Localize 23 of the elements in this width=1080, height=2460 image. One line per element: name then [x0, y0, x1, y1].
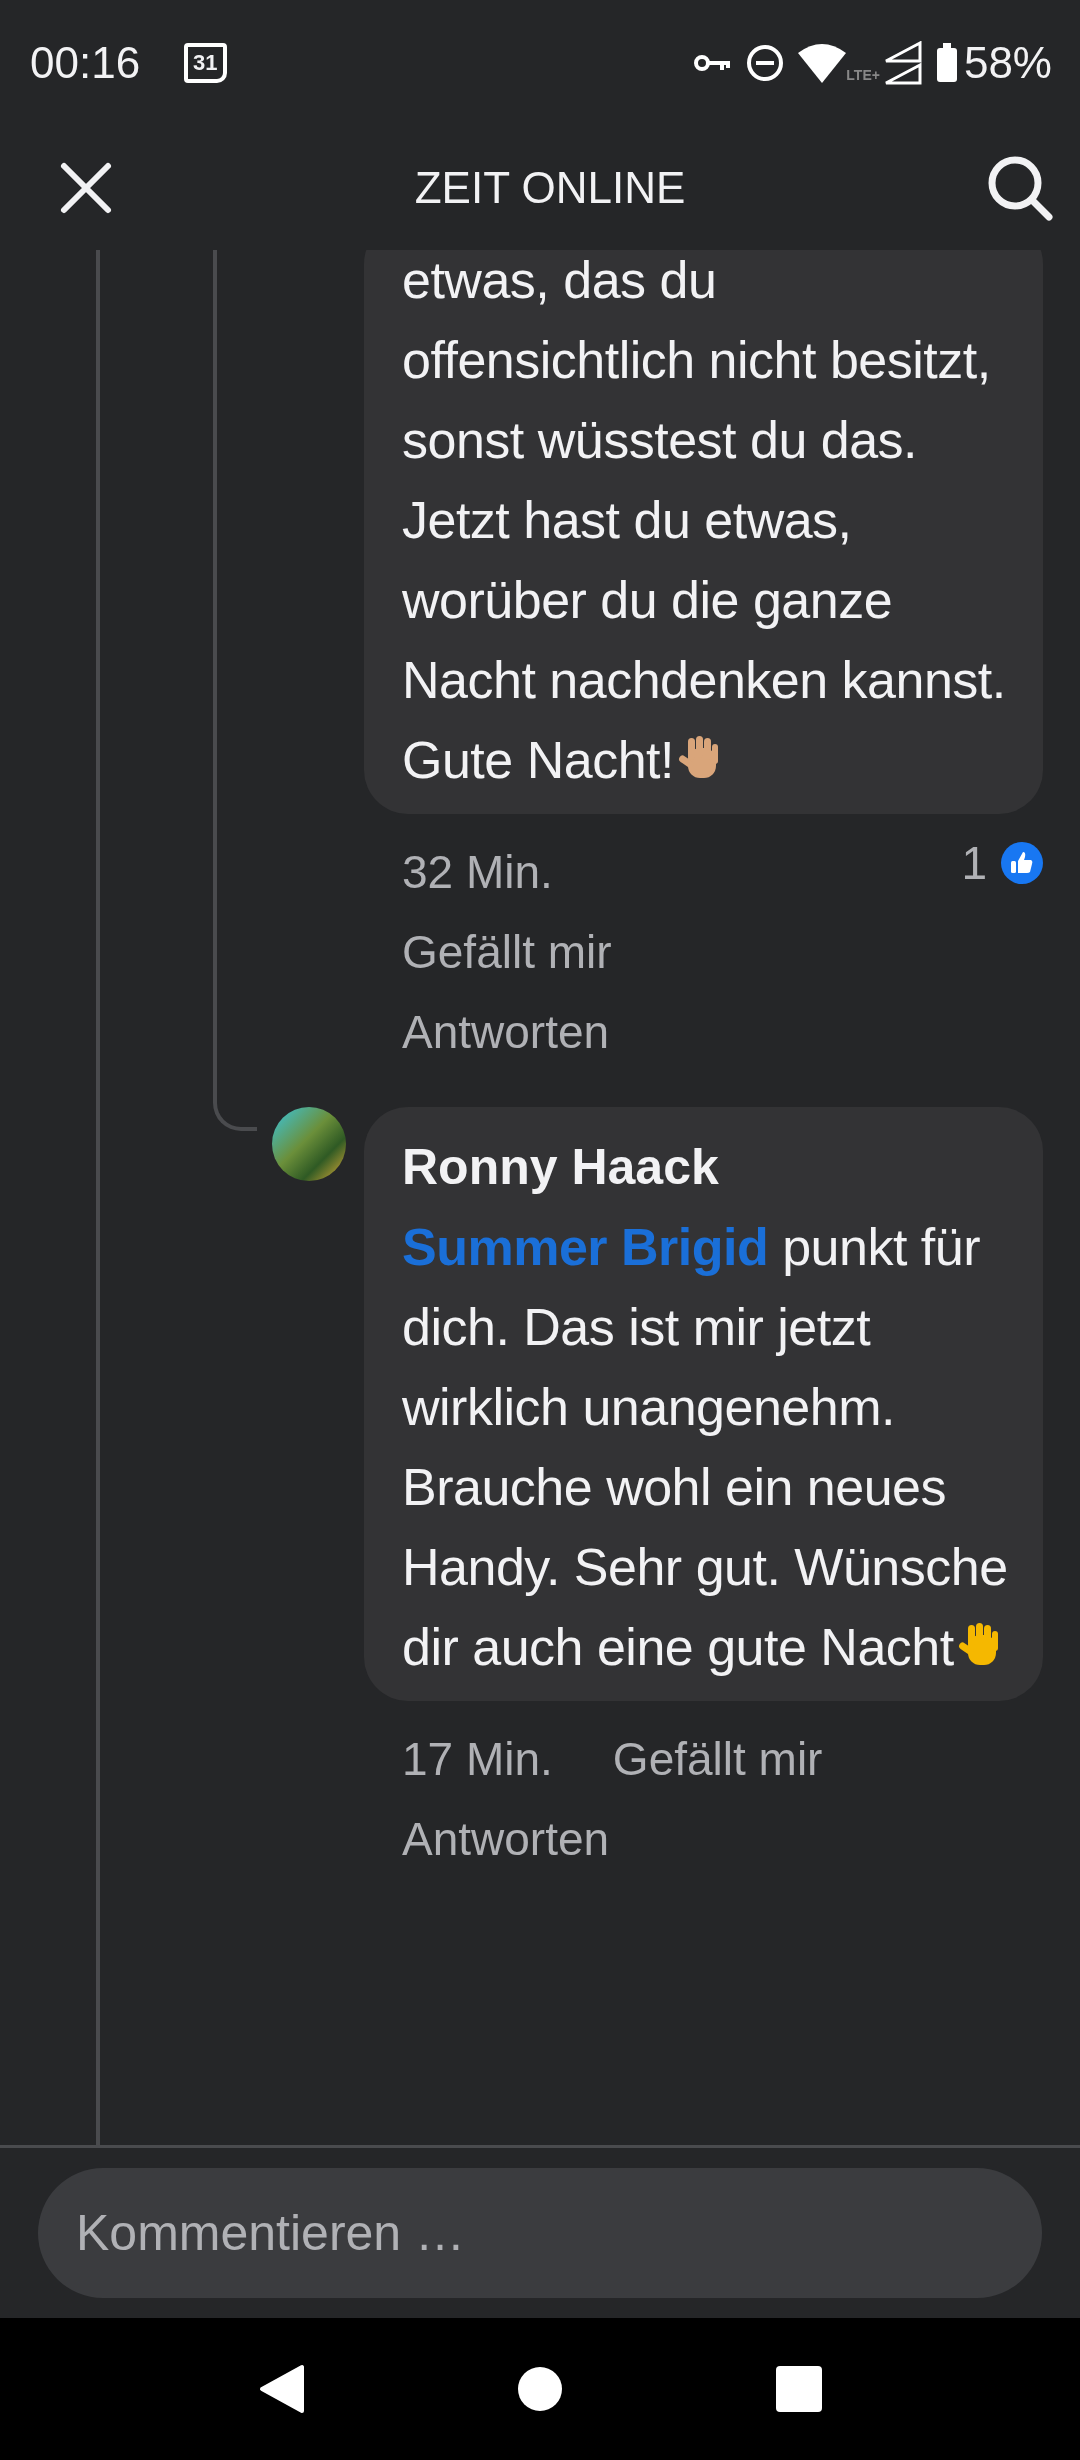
status-time: 00:16: [30, 37, 141, 88]
comment-text: etwas, das du offensichtlich nicht besitzt, sonst wüsstest du das. Jetzt hast du etwas, worüber du die ganze Nacht nachdenken kannst. Gute Nacht!: [402, 250, 1007, 791]
reply-link[interactable]: Antworten: [402, 1799, 610, 1879]
back-icon[interactable]: [258, 2363, 304, 2415]
comment-author[interactable]: Ronny Haack: [402, 1127, 1017, 1207]
comment-time: 17 Min.: [402, 1732, 553, 1787]
signal-icon: [883, 40, 922, 85]
do-not-disturb-icon: [746, 43, 785, 82]
reply-link[interactable]: Antworten: [402, 992, 610, 1072]
app-title: ZEIT ONLINE: [414, 162, 686, 213]
comment-input[interactable]: Kommentieren …: [38, 2168, 1042, 2298]
battery-icon: [935, 42, 958, 83]
comment-text: Summer Brigid punkt für dich. Das ist mir jetzt wirklich unangenehm. Brauche wohl ein neues Handy. Sehr gut. Wünsche dir auch eine gute Nacht: [402, 1217, 1009, 1678]
comment-time: 32 Min.: [402, 845, 553, 900]
like-count: 1: [961, 836, 987, 890]
like-link[interactable]: Gefällt mir: [402, 912, 612, 992]
battery-percent: 58%: [963, 37, 1052, 88]
thumbs-up-icon: [1001, 842, 1043, 884]
calendar-icon: 31: [184, 42, 227, 83]
like-link[interactable]: Gefällt mir: [612, 1719, 823, 1799]
network-type: LTE+: [846, 67, 880, 83]
wifi-icon: [798, 42, 847, 83]
home-icon[interactable]: [518, 2367, 562, 2411]
